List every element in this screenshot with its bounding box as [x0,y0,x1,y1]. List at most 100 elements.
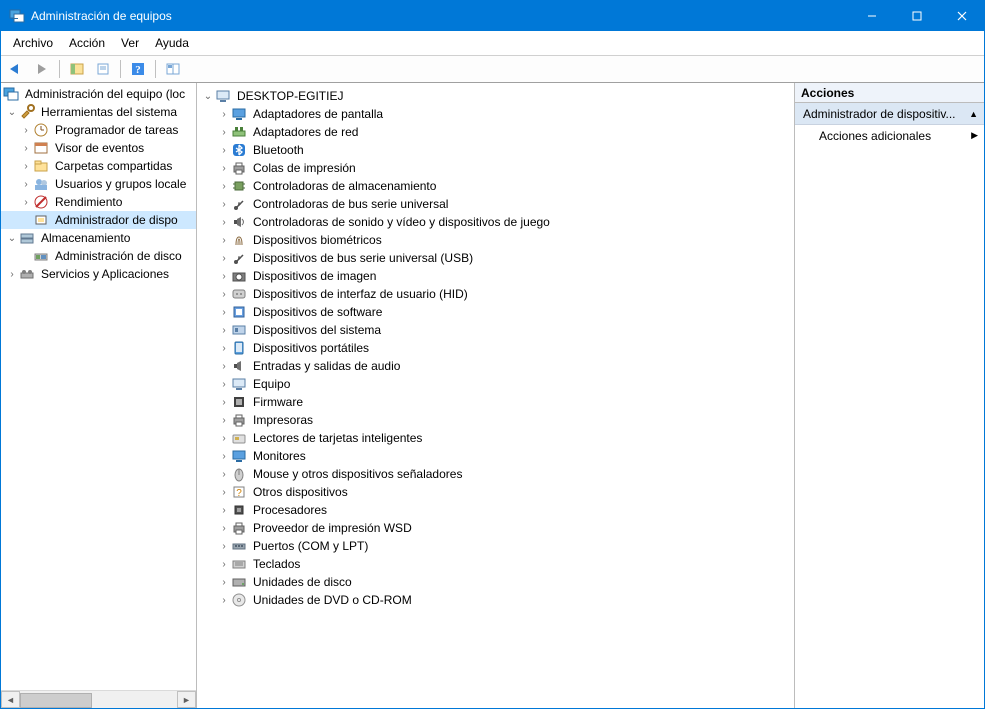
expand-icon[interactable]: › [217,413,231,427]
menu-action[interactable]: Acción [61,34,113,52]
expand-icon[interactable]: › [19,159,33,173]
expand-icon[interactable]: › [217,161,231,175]
expand-icon[interactable]: › [217,575,231,589]
expand-icon[interactable]: › [217,179,231,193]
properties-button[interactable] [92,58,114,80]
tree-shared-folders[interactable]: › Carpetas compartidas [1,157,196,175]
device-category-network-adapters[interactable]: ›Adaptadores de red [197,123,794,141]
tree-services-applications[interactable]: › Servicios y Aplicaciones [1,265,196,283]
expand-icon[interactable]: › [217,503,231,517]
device-category-smartcard[interactable]: ›Lectores de tarjetas inteligentes [197,429,794,447]
close-button[interactable] [939,1,984,31]
expand-icon[interactable]: › [217,467,231,481]
tree-root-computer-management[interactable]: Administración del equipo (loc [1,85,196,103]
expand-icon[interactable]: › [217,251,231,265]
device-category-dvd[interactable]: ›Unidades de DVD o CD-ROM [197,591,794,609]
device-category-usb-devices[interactable]: › Dispositivos de bus serie universal (US… [197,249,794,267]
expand-icon[interactable]: › [217,287,231,301]
device-category-sound-video-game[interactable]: ›Controladoras de sonido y vídeo y dispo… [197,213,794,231]
expand-icon[interactable]: › [217,143,231,157]
device-root[interactable]: ⌄ DESKTOP-EGITIEJ [197,87,794,105]
tree-system-tools[interactable]: ⌄ Herramientas del sistema [1,103,196,121]
menu-help[interactable]: Ayuda [147,34,197,52]
device-category-bluetooth[interactable]: ›Bluetooth [197,141,794,159]
device-category-disks[interactable]: ›Unidades de disco [197,573,794,591]
tree-event-viewer[interactable]: › Visor de eventos [1,139,196,157]
device-category-printers[interactable]: ›Impresoras [197,411,794,429]
device-category-software-devices[interactable]: ›Dispositivos de software [197,303,794,321]
show-hide-tree-button[interactable] [66,58,88,80]
menu-view[interactable]: Ver [113,34,147,52]
device-category-wsd-print[interactable]: ›Proveedor de impresión WSD [197,519,794,537]
forward-button[interactable] [31,58,53,80]
expand-icon[interactable]: › [217,395,231,409]
expand-icon[interactable]: › [217,197,231,211]
tree-performance[interactable]: › Rendimiento [1,193,196,211]
device-category-usb-controllers[interactable]: ›Controladoras de bus serie universal [197,195,794,213]
scroll-left-button[interactable]: ◄ [1,691,20,708]
tree-users-groups[interactable]: › Usuarios y grupos locale [1,175,196,193]
device-category-mice[interactable]: ›Mouse y otros dispositivos señaladores [197,465,794,483]
device-category-display-adapters[interactable]: ›Adaptadores de pantalla [197,105,794,123]
device-category-monitors[interactable]: ›Monitores [197,447,794,465]
help-button[interactable]: ? [127,58,149,80]
minimize-button[interactable] [849,1,894,31]
device-category-ports[interactable]: ›Puertos (COM y LPT) [197,537,794,555]
expand-icon[interactable]: › [217,269,231,283]
tree-storage[interactable]: ⌄ Almacenamiento [1,229,196,247]
device-category-firmware[interactable]: ›Firmware [197,393,794,411]
console-tree[interactable]: Administración del equipo (loc ⌄ Herrami… [1,83,196,690]
device-category-system-devices[interactable]: ›Dispositivos del sistema [197,321,794,339]
device-category-keyboards[interactable]: ›Teclados [197,555,794,573]
actions-context[interactable]: Administrador de dispositiv... ▲ [795,103,984,125]
collapse-icon[interactable]: ⌄ [201,89,215,103]
device-category-hid[interactable]: ›Dispositivos de interfaz de usuario (HI… [197,285,794,303]
expand-icon[interactable]: › [217,431,231,445]
scroll-right-button[interactable]: ► [177,691,196,708]
device-category-audio-io[interactable]: ›Entradas y salidas de audio [197,357,794,375]
scan-hardware-button[interactable] [162,58,184,80]
back-button[interactable] [5,58,27,80]
expand-icon[interactable]: › [217,233,231,247]
scroll-track[interactable] [20,692,177,707]
expand-icon[interactable]: › [217,341,231,355]
expand-icon[interactable]: › [217,305,231,319]
device-category-biometric[interactable]: ›Dispositivos biométricos [197,231,794,249]
collapse-icon[interactable]: ⌄ [5,231,19,245]
expand-icon[interactable]: › [217,107,231,121]
expand-icon[interactable]: › [217,485,231,499]
expand-icon[interactable]: › [19,177,33,191]
expand-icon[interactable]: › [217,359,231,373]
device-category-computer[interactable]: ›Equipo [197,375,794,393]
device-category-label: Dispositivos de bus serie universal (USB… [251,251,475,265]
tree-task-scheduler[interactable]: › Programador de tareas [1,121,196,139]
device-category-imaging[interactable]: ›Dispositivos de imagen [197,267,794,285]
maximize-button[interactable] [894,1,939,31]
expand-icon[interactable]: › [217,449,231,463]
expand-icon[interactable]: › [19,195,33,209]
expand-icon[interactable]: › [217,557,231,571]
collapse-icon[interactable]: ⌄ [5,105,19,119]
expand-icon[interactable]: › [217,593,231,607]
tree-device-manager[interactable]: › Administrador de dispo [1,211,196,229]
tree-disk-management[interactable]: › Administración de disco [1,247,196,265]
expand-icon[interactable]: › [217,539,231,553]
expand-icon[interactable]: › [19,141,33,155]
device-category-print-queues[interactable]: ›Colas de impresión [197,159,794,177]
left-pane-hscroll[interactable]: ◄ ► [1,690,196,708]
expand-icon[interactable]: › [5,267,19,281]
expand-icon[interactable]: › [217,521,231,535]
expand-icon[interactable]: › [217,377,231,391]
scroll-thumb[interactable] [20,693,92,708]
expand-icon[interactable]: › [19,123,33,137]
device-category-processors[interactable]: ›Procesadores [197,501,794,519]
expand-icon[interactable]: › [217,323,231,337]
more-actions-item[interactable]: Acciones adicionales ▶ [795,125,984,146]
device-category-portable[interactable]: ›Dispositivos portátiles [197,339,794,357]
device-category-storage-controllers[interactable]: ›Controladoras de almacenamiento [197,177,794,195]
expand-icon[interactable]: › [217,215,231,229]
menu-file[interactable]: Archivo [5,34,61,52]
expand-icon[interactable]: › [217,125,231,139]
collapse-icon[interactable]: ▲ [969,109,978,119]
device-category-other[interactable]: ›?Otros dispositivos [197,483,794,501]
